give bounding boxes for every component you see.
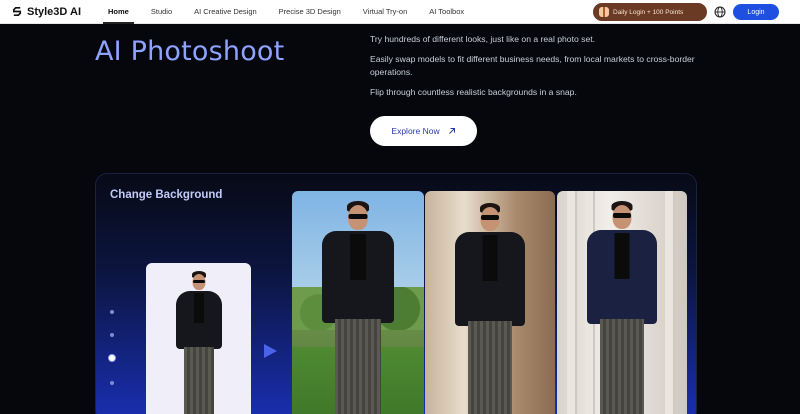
carousel-dot[interactable] — [110, 333, 114, 337]
hero-paragraph: Try hundreds of different looks, just li… — [370, 34, 595, 44]
nav-menu: Home Studio AI Creative Design Precise 3… — [97, 0, 475, 24]
top-navbar: Style3D AI Home Studio AI Creative Desig… — [0, 0, 800, 24]
source-model-photo — [146, 263, 251, 414]
change-background-showcase: Change Background — [95, 173, 697, 414]
hero-title: AI Photoshoot — [95, 36, 285, 67]
carousel-dot[interactable] — [110, 381, 114, 385]
login-button[interactable]: Login — [733, 4, 779, 20]
hero-description: Try hundreds of different looks, just li… — [370, 33, 700, 107]
style3d-logo-icon — [13, 7, 22, 16]
gift-icon — [599, 7, 609, 17]
model-figure — [445, 203, 535, 414]
nav-item-precise-3d-design[interactable]: Precise 3D Design — [268, 0, 352, 24]
globe-icon[interactable] — [714, 6, 726, 18]
model-figure — [577, 201, 667, 414]
arrow-up-right-icon — [448, 128, 455, 134]
nav-item-studio[interactable]: Studio — [140, 0, 183, 24]
nav-item-virtual-try-on[interactable]: Virtual Try-on — [352, 0, 418, 24]
nav-item-ai-creative-design[interactable]: AI Creative Design — [183, 0, 268, 24]
daily-login-button[interactable]: Daily Login + 100 Points — [593, 3, 707, 21]
hero-paragraph: Easily swap models to fit different busi… — [370, 54, 695, 77]
result-photo-curtains — [425, 191, 555, 414]
model-figure — [313, 201, 403, 414]
daily-login-label: Daily Login + 100 Points — [613, 8, 684, 16]
nav-item-ai-toolbox[interactable]: AI Toolbox — [418, 0, 475, 24]
brand-logo[interactable]: Style3D AI — [12, 6, 81, 18]
explore-now-button[interactable]: Explore Now — [370, 116, 477, 146]
showcase-title: Change Background — [110, 189, 223, 201]
hero-paragraph: Flip through countless realistic backgro… — [370, 87, 577, 98]
arrow-right-icon — [264, 344, 277, 358]
model-figure — [169, 271, 229, 414]
explore-now-label: Explore Now — [391, 126, 440, 136]
carousel-dot-active[interactable] — [108, 354, 116, 362]
result-photo-garden — [292, 191, 424, 414]
result-photo-marble-columns — [557, 191, 687, 414]
nav-item-home[interactable]: Home — [97, 0, 140, 24]
brand-name: Style3D AI — [27, 5, 82, 18]
carousel-dot[interactable] — [110, 310, 114, 314]
